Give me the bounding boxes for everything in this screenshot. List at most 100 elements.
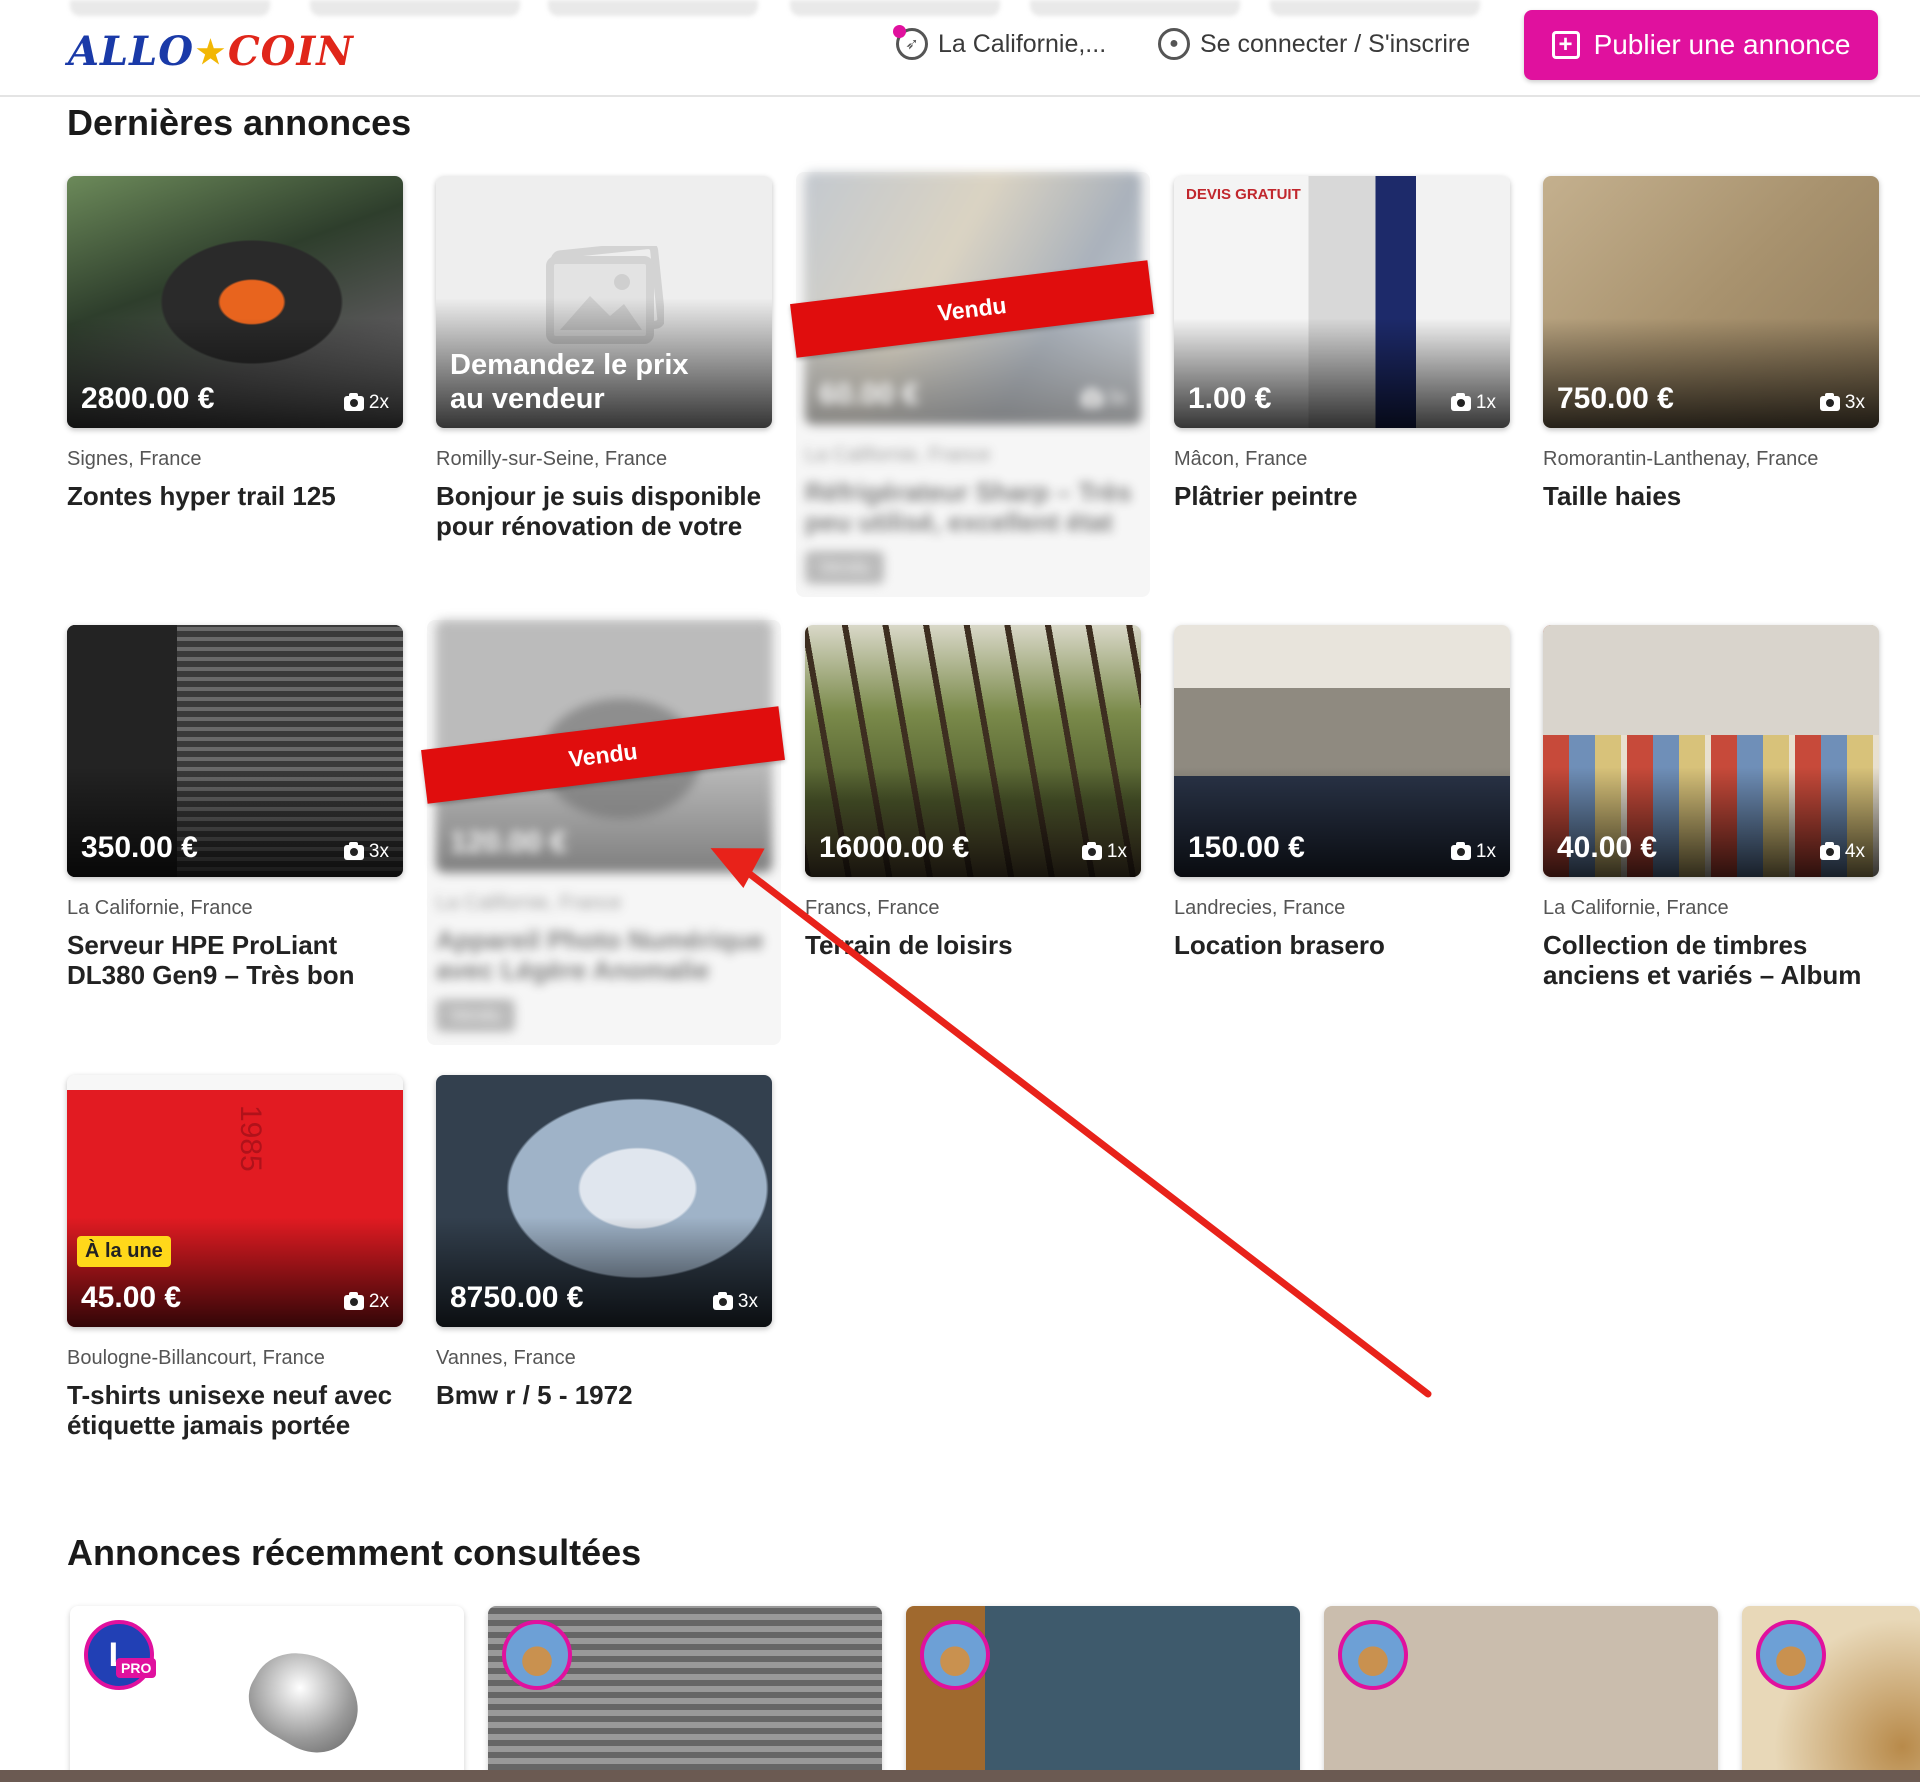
listing-location: Romilly-sur-Seine, France	[436, 448, 668, 470]
recent-listing-card[interactable]: L PRO	[70, 1606, 464, 1782]
listing-price: 60.00 €	[819, 378, 920, 411]
photo-count-value: 1x	[1475, 392, 1496, 413]
listing-title[interactable]: T-shirts unisexe neuf avec étiquette jam…	[67, 1380, 403, 1440]
listing-title[interactable]: Plâtrier peintre	[1174, 481, 1510, 511]
listing-image[interactable]: DEVIS GRATUIT 1.00 € 1x	[1174, 176, 1510, 428]
recent-listing-card[interactable]	[1324, 1606, 1718, 1782]
plus-square-icon: +	[1551, 31, 1580, 59]
listing-title[interactable]: Terrain de loisirs	[805, 930, 1141, 960]
photo-count-value: 3x	[368, 841, 389, 862]
listing-location: Signes, France	[67, 448, 202, 470]
photo-count: 3x	[712, 1291, 758, 1313]
listing-title[interactable]: Bonjour je suis disponible pour rénovati…	[436, 481, 772, 541]
camera-icon	[1819, 841, 1840, 860]
pro-badge: PRO	[116, 1658, 157, 1678]
recent-listing-card[interactable]	[906, 1606, 1300, 1782]
listing-image[interactable]: 40.00 € 4x	[1543, 625, 1879, 877]
camera-icon	[343, 1291, 364, 1310]
photo-count: 1x	[1081, 841, 1127, 863]
listing-price: 16000.00 €	[819, 831, 970, 864]
listing-image[interactable]: 1985 À la une 45.00 € 2x	[67, 1075, 403, 1327]
camera-icon	[1819, 392, 1840, 411]
listing-card[interactable]: 16000.00 € 1x Francs, France Terrain de …	[805, 625, 1141, 960]
listing-title: Appareil Photo Numérique avec Légère Ano…	[436, 925, 764, 985]
listing-card[interactable]: 350.00 € 3x La Californie, France Serveu…	[67, 625, 403, 990]
listing-title[interactable]: Zontes hyper trail 125	[67, 481, 403, 511]
recent-listing-card[interactable]	[1742, 1606, 1920, 1782]
user-icon: ●	[1158, 28, 1190, 60]
listing-title[interactable]: Bmw r / 5 - 1972	[436, 1380, 772, 1410]
seller-avatar	[920, 1620, 990, 1690]
photo-count: 3x	[1819, 392, 1865, 414]
pro-seller-logo: L	[84, 1620, 154, 1690]
photo-count-value: 3x	[1106, 388, 1127, 409]
publish-listing-button[interactable]: + Publier une annonce	[1524, 10, 1878, 80]
listing-card[interactable]: 40.00 € 4x La Californie, France Collect…	[1543, 625, 1879, 990]
listing-image[interactable]: 16000.00 € 1x	[805, 625, 1141, 877]
listing-image[interactable]: 350.00 € 3x	[67, 625, 403, 877]
listing-card[interactable]: 150.00 € 1x Landrecies, France Location …	[1174, 625, 1510, 960]
listing-card[interactable]: 1985 À la une 45.00 € 2x Boulogne-Billan…	[67, 1075, 403, 1440]
sold-listing-card[interactable]: 120.00 € La Californie, France Appareil …	[421, 620, 785, 1045]
login-link[interactable]: ● Se connecter / S'inscrire	[1158, 26, 1470, 62]
camera-icon	[1081, 388, 1102, 407]
logo-text-coin: COIN	[227, 28, 354, 75]
listing-title: Réfrigérateur Sharp – Très peu utilisé, …	[805, 477, 1132, 537]
listing-title[interactable]: Collection de timbres anciens et variés …	[1543, 930, 1879, 990]
listing-price: 1.00 €	[1188, 382, 1272, 415]
ad-image-text: DEVIS GRATUIT	[1186, 186, 1301, 203]
site-logo[interactable]: ALLO ★ COIN	[68, 28, 354, 75]
logo-text-allo: ALLO	[68, 28, 195, 75]
spoon-image	[234, 1634, 376, 1768]
listing-card[interactable]: DEVIS GRATUIT 1.00 € 1x Mâcon, France Pl…	[1174, 176, 1510, 511]
location-selector[interactable]: ➶ La Californie,...	[893, 25, 1106, 62]
listing-price: 2800.00 €	[81, 382, 215, 415]
top-header: ALLO ★ COIN ➶ La Californie,... ● Se con…	[0, 0, 1920, 97]
photo-count-value: 3x	[737, 1291, 758, 1312]
sold-tag: Vendu	[436, 999, 516, 1032]
photo-count: 1x	[1450, 392, 1496, 414]
sold-listing-content: 60.00 € 3x La Californie, France Réfrigé…	[805, 172, 1141, 584]
listing-title[interactable]: Location brasero	[1174, 930, 1510, 960]
photo-count: 3x	[1081, 388, 1127, 410]
listing-card[interactable]: 8750.00 € 3x Vannes, France Bmw r / 5 - …	[436, 1075, 772, 1410]
camera-icon	[343, 841, 364, 860]
recent-listing-card[interactable]	[488, 1606, 882, 1782]
blurred-tab	[790, 0, 1000, 16]
seller-avatar	[502, 1620, 572, 1690]
blurred-tab	[70, 0, 270, 16]
listing-image[interactable]: 2800.00 € 2x	[67, 176, 403, 428]
listing-location: Mâcon, France	[1174, 448, 1308, 470]
recently-viewed-title: Annonces récemment consultées	[67, 1532, 642, 1573]
listing-card[interactable]: Demandez le prix au vendeur Romilly-sur-…	[436, 176, 772, 541]
listing-image[interactable]: 150.00 € 1x	[1174, 625, 1510, 877]
photo-count-value: 2x	[368, 392, 389, 413]
sold-listing-card[interactable]: 60.00 € 3x La Californie, France Réfrigé…	[790, 172, 1154, 597]
seller-avatar	[1756, 1620, 1826, 1690]
latest-listings-title: Dernières annonces	[67, 102, 412, 143]
listing-price: 8750.00 €	[450, 1281, 584, 1314]
photo-count-value: 3x	[1844, 392, 1865, 413]
blurred-tab	[310, 0, 520, 16]
photo-count-value: 4x	[1844, 841, 1865, 862]
blurred-tab	[548, 0, 758, 16]
sold-listing-content: 120.00 € La Californie, France Appareil …	[436, 620, 772, 1032]
photo-count: 2x	[343, 1291, 389, 1313]
listing-title[interactable]: Taille haies	[1543, 481, 1879, 511]
listing-card[interactable]: 2800.00 € 2x Signes, France Zontes hyper…	[67, 176, 403, 511]
listing-image[interactable]: Demandez le prix au vendeur	[436, 176, 772, 428]
listing-card[interactable]: 750.00 € 3x Romorantin-Lanthenay, France…	[1543, 176, 1879, 511]
camera-icon	[712, 1291, 733, 1310]
listing-location: La Californie, France	[805, 444, 991, 466]
login-label: Se connecter / S'inscrire	[1200, 29, 1471, 58]
photo-count: 2x	[343, 392, 389, 414]
listing-location: Boulogne-Billancourt, France	[67, 1347, 325, 1369]
listing-location: Romorantin-Lanthenay, France	[1543, 448, 1819, 470]
listing-title[interactable]: Serveur HPE ProLiant DL380 Gen9 – Très b…	[67, 930, 403, 990]
photo-count-value: 2x	[368, 1291, 389, 1312]
camera-icon	[1450, 841, 1471, 860]
listing-image[interactable]: 8750.00 € 3x	[436, 1075, 772, 1327]
listing-image[interactable]: 750.00 € 3x	[1543, 176, 1879, 428]
listing-location: Landrecies, France	[1174, 897, 1346, 919]
camera-icon	[343, 392, 364, 411]
